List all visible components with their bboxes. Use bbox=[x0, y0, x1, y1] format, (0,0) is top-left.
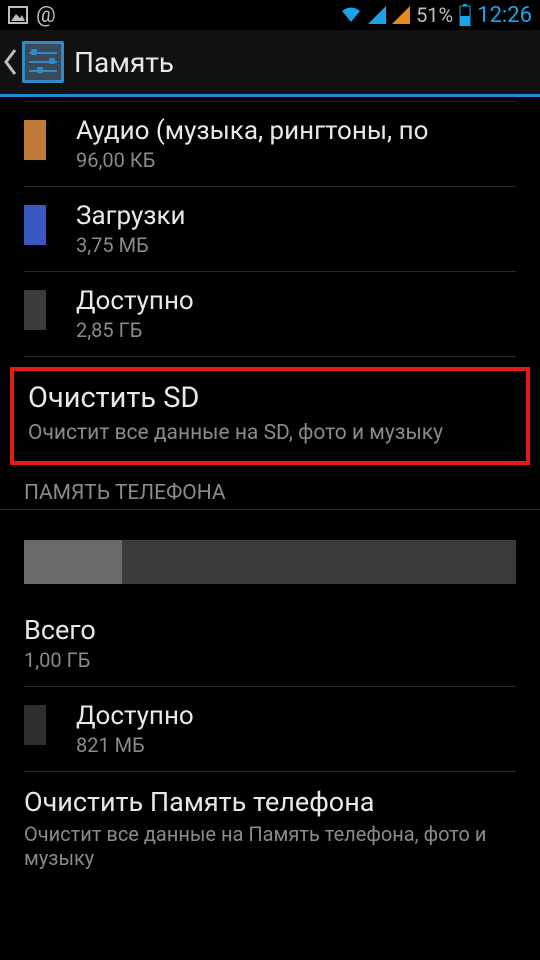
wifi-icon bbox=[340, 6, 362, 24]
clear-phone-item[interactable]: Очистить Память телефона Очистит все дан… bbox=[0, 772, 540, 884]
clear-phone-title: Очистить Память телефона bbox=[24, 786, 516, 818]
phone-total-sub: 1,00 ГБ bbox=[24, 648, 516, 672]
page-title: Память bbox=[74, 46, 174, 79]
storage-item-sub: 3,75 МБ bbox=[76, 233, 186, 257]
storage-item[interactable]: Доступно2,85 ГБ bbox=[0, 272, 540, 356]
action-bar[interactable]: Память bbox=[0, 30, 540, 97]
phone-total-item[interactable]: Всего 1,00 ГБ bbox=[0, 614, 540, 686]
color-chip bbox=[24, 205, 46, 245]
phone-usage-bar bbox=[24, 540, 516, 584]
clock: 12:26 bbox=[477, 3, 532, 28]
clear-phone-sub: Очистит все данные на Память телефона, ф… bbox=[24, 822, 516, 870]
storage-item-sub: 96,00 КБ bbox=[76, 148, 428, 172]
status-bar: @ 51% 12:26 bbox=[0, 0, 540, 30]
clear-sd-title: Очистить SD bbox=[28, 381, 512, 415]
content: Аудио (музыка, рингтоны, по96,00 КБЗагру… bbox=[0, 97, 540, 884]
storage-item[interactable]: Загрузки3,75 МБ bbox=[0, 187, 540, 271]
storage-item-title: Доступно bbox=[76, 286, 194, 316]
color-chip bbox=[24, 120, 46, 160]
battery-icon bbox=[459, 4, 471, 26]
settings-icon bbox=[22, 41, 64, 83]
phone-usage-bar-wrap[interactable] bbox=[0, 510, 540, 614]
storage-item[interactable]: Аудио (музыка, рингтоны, по96,00 КБ bbox=[0, 102, 540, 186]
color-chip bbox=[24, 290, 46, 330]
storage-item-sub: 2,85 ГБ bbox=[76, 318, 194, 342]
signal-sim1-icon bbox=[368, 6, 386, 24]
at-icon: @ bbox=[36, 3, 56, 28]
color-chip bbox=[24, 705, 46, 745]
phone-available-item[interactable]: Доступно 821 МБ bbox=[0, 687, 540, 771]
phone-available-sub: 821 МБ bbox=[76, 733, 194, 757]
storage-list: Аудио (музыка, рингтоны, по96,00 КБЗагру… bbox=[0, 102, 540, 357]
phone-available-title: Доступно bbox=[76, 701, 194, 731]
signal-sim2-icon bbox=[392, 6, 410, 24]
phone-usage-used bbox=[24, 540, 122, 584]
back-icon[interactable] bbox=[0, 48, 20, 76]
battery-percent: 51% bbox=[416, 3, 453, 27]
clear-sd-item[interactable]: Очистить SD Очистит все данные на SD, фо… bbox=[10, 367, 530, 465]
storage-item-title: Загрузки bbox=[76, 201, 186, 231]
section-header-phone: ПАМЯТЬ ТЕЛЕФОНА bbox=[0, 471, 540, 510]
picture-icon bbox=[8, 6, 28, 24]
storage-item-title: Аудио (музыка, рингтоны, по bbox=[76, 116, 428, 146]
phone-total-title: Всего bbox=[24, 614, 516, 646]
divider bbox=[24, 356, 516, 357]
clear-sd-sub: Очистит все данные на SD, фото и музыку bbox=[28, 421, 512, 445]
